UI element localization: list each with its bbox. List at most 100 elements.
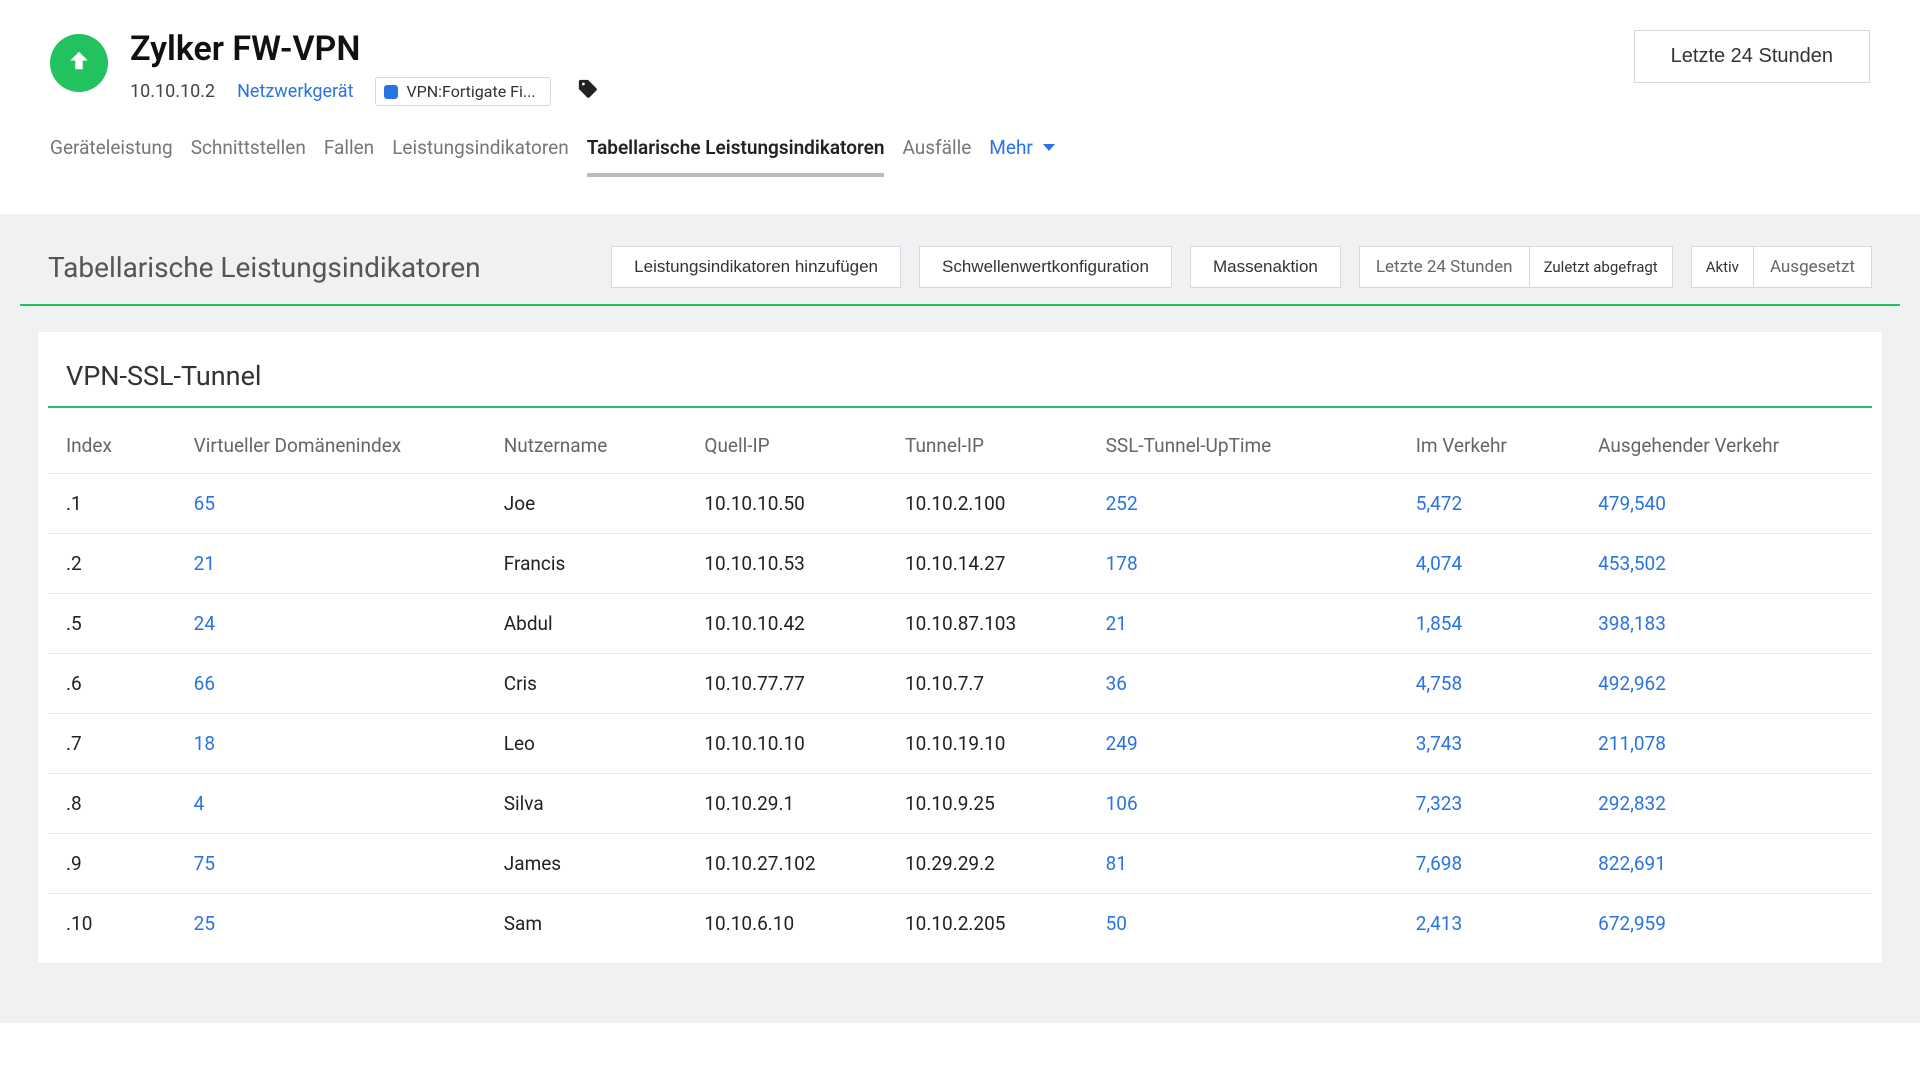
out-traffic-link[interactable]: 479,540 bbox=[1598, 492, 1666, 515]
cell-src-ip: 10.10.6.10 bbox=[686, 894, 887, 954]
page-title: Zylker FW-VPN bbox=[130, 30, 599, 69]
cell-uptime: 81 bbox=[1088, 834, 1398, 894]
table-row: .84Silva10.10.29.110.10.9.251067,323292,… bbox=[48, 774, 1872, 834]
tab-traps[interactable]: Fallen bbox=[324, 128, 374, 177]
cell-in-traffic: 3,743 bbox=[1398, 714, 1580, 774]
cell-uptime: 21 bbox=[1088, 594, 1398, 654]
cell-user: Sam bbox=[486, 894, 687, 954]
out-traffic-link[interactable]: 292,832 bbox=[1598, 792, 1666, 815]
out-traffic-link[interactable]: 822,691 bbox=[1598, 852, 1666, 875]
col-uptime[interactable]: SSL-Tunnel-UpTime bbox=[1088, 414, 1398, 474]
uptime-link[interactable]: 252 bbox=[1106, 492, 1138, 515]
vpn-ssl-tunnel-panel: VPN-SSL-Tunnel Index Virtueller Domäneni… bbox=[38, 332, 1882, 963]
cell-index: .7 bbox=[48, 714, 176, 774]
out-traffic-link[interactable]: 672,959 bbox=[1598, 912, 1666, 935]
col-in[interactable]: Im Verkehr bbox=[1398, 414, 1580, 474]
cell-uptime: 50 bbox=[1088, 894, 1398, 954]
tab-more-label: Mehr bbox=[989, 136, 1033, 159]
uptime-link[interactable]: 249 bbox=[1106, 732, 1138, 755]
cell-in-traffic: 7,698 bbox=[1398, 834, 1580, 894]
cell-uptime: 178 bbox=[1088, 534, 1398, 594]
col-user[interactable]: Nutzername bbox=[486, 414, 687, 474]
cell-out-traffic: 211,078 bbox=[1580, 714, 1872, 774]
seg-active[interactable]: Aktiv bbox=[1692, 247, 1753, 287]
device-type-link[interactable]: Netzwerkgerät bbox=[237, 81, 353, 102]
cell-index: .5 bbox=[48, 594, 176, 654]
col-tunnel-ip[interactable]: Tunnel-IP bbox=[887, 414, 1088, 474]
tag-chip-vpn-fortigate[interactable]: VPN:Fortigate Fi... bbox=[375, 77, 550, 106]
device-ip: 10.10.10.2 bbox=[130, 81, 215, 102]
chevron-down-icon bbox=[1043, 144, 1055, 151]
tab-more[interactable]: Mehr bbox=[989, 128, 1055, 177]
vdom-link[interactable]: 65 bbox=[194, 492, 215, 515]
cell-user: Francis bbox=[486, 534, 687, 594]
cell-out-traffic: 672,959 bbox=[1580, 894, 1872, 954]
table-row: .524Abdul10.10.10.4210.10.87.103211,8543… bbox=[48, 594, 1872, 654]
nav-tabs: Geräteleistung Schnittstellen Fallen Lei… bbox=[50, 128, 1870, 178]
tab-device-performance[interactable]: Geräteleistung bbox=[50, 128, 173, 177]
vdom-link[interactable]: 24 bbox=[194, 612, 215, 635]
cell-tunnel-ip: 10.10.9.25 bbox=[887, 774, 1088, 834]
cell-out-traffic: 492,962 bbox=[1580, 654, 1872, 714]
cell-out-traffic: 292,832 bbox=[1580, 774, 1872, 834]
table-row: .1025Sam10.10.6.1010.10.2.205502,413672,… bbox=[48, 894, 1872, 954]
vdom-link[interactable]: 4 bbox=[194, 792, 205, 815]
cell-user: Leo bbox=[486, 714, 687, 774]
tag-icon[interactable] bbox=[577, 78, 599, 105]
bulk-action-button[interactable]: Massenaktion bbox=[1190, 246, 1341, 288]
cell-in-traffic: 7,323 bbox=[1398, 774, 1580, 834]
uptime-link[interactable]: 178 bbox=[1106, 552, 1138, 575]
col-src-ip[interactable]: Quell-IP bbox=[686, 414, 887, 474]
vdom-link[interactable]: 25 bbox=[194, 912, 215, 935]
col-index[interactable]: Index bbox=[48, 414, 176, 474]
vdom-link[interactable]: 75 bbox=[194, 852, 215, 875]
vdom-link[interactable]: 66 bbox=[194, 672, 215, 695]
cell-user: James bbox=[486, 834, 687, 894]
out-traffic-link[interactable]: 492,962 bbox=[1598, 672, 1666, 695]
tab-tabular-performance-indicators[interactable]: Tabellarische Leistungsindikatoren bbox=[587, 128, 885, 177]
in-traffic-link[interactable]: 1,854 bbox=[1416, 612, 1462, 635]
cell-uptime: 252 bbox=[1088, 474, 1398, 534]
vdom-link[interactable]: 21 bbox=[194, 552, 215, 575]
cell-tunnel-ip: 10.10.19.10 bbox=[887, 714, 1088, 774]
cell-tunnel-ip: 10.10.7.7 bbox=[887, 654, 1088, 714]
out-traffic-link[interactable]: 453,502 bbox=[1598, 552, 1666, 575]
uptime-link[interactable]: 81 bbox=[1106, 852, 1127, 875]
tab-outages[interactable]: Ausfälle bbox=[902, 128, 971, 177]
in-traffic-link[interactable]: 4,758 bbox=[1416, 672, 1462, 695]
threshold-config-button[interactable]: Schwellenwertkonfiguration bbox=[919, 246, 1172, 288]
seg-last-polled[interactable]: Zuletzt abgefragt bbox=[1529, 247, 1672, 287]
cell-src-ip: 10.10.10.42 bbox=[686, 594, 887, 654]
cell-in-traffic: 2,413 bbox=[1398, 894, 1580, 954]
cell-index: .9 bbox=[48, 834, 176, 894]
uptime-link[interactable]: 36 bbox=[1106, 672, 1127, 695]
uptime-link[interactable]: 50 bbox=[1106, 912, 1127, 935]
cell-index: .1 bbox=[48, 474, 176, 534]
vdom-link[interactable]: 18 bbox=[194, 732, 215, 755]
in-traffic-link[interactable]: 5,472 bbox=[1416, 492, 1462, 515]
time-range-button[interactable]: Letzte 24 Stunden bbox=[1634, 30, 1870, 83]
cell-user: Joe bbox=[486, 474, 687, 534]
cell-tunnel-ip: 10.10.2.205 bbox=[887, 894, 1088, 954]
col-vdom[interactable]: Virtueller Domänenindex bbox=[176, 414, 486, 474]
uptime-link[interactable]: 21 bbox=[1106, 612, 1127, 635]
tab-performance-indicators[interactable]: Leistungsindikatoren bbox=[392, 128, 569, 177]
in-traffic-link[interactable]: 2,413 bbox=[1416, 912, 1462, 935]
out-traffic-link[interactable]: 398,183 bbox=[1598, 612, 1666, 635]
cell-vdom: 75 bbox=[176, 834, 486, 894]
uptime-link[interactable]: 106 bbox=[1106, 792, 1138, 815]
cell-vdom: 4 bbox=[176, 774, 486, 834]
active-suspended-toggle: Aktiv Ausgesetzt bbox=[1691, 246, 1872, 288]
cell-src-ip: 10.10.29.1 bbox=[686, 774, 887, 834]
in-traffic-link[interactable]: 7,323 bbox=[1416, 792, 1462, 815]
out-traffic-link[interactable]: 211,078 bbox=[1598, 732, 1666, 755]
in-traffic-link[interactable]: 4,074 bbox=[1416, 552, 1462, 575]
device-status-icon bbox=[50, 34, 108, 92]
seg-suspended[interactable]: Ausgesetzt bbox=[1753, 247, 1871, 287]
add-indicators-button[interactable]: Leistungsindikatoren hinzufügen bbox=[611, 246, 901, 288]
in-traffic-link[interactable]: 3,743 bbox=[1416, 732, 1462, 755]
in-traffic-link[interactable]: 7,698 bbox=[1416, 852, 1462, 875]
seg-last-24h[interactable]: Letzte 24 Stunden bbox=[1360, 247, 1529, 287]
tab-interfaces[interactable]: Schnittstellen bbox=[191, 128, 306, 177]
col-out[interactable]: Ausgehender Verkehr bbox=[1580, 414, 1872, 474]
